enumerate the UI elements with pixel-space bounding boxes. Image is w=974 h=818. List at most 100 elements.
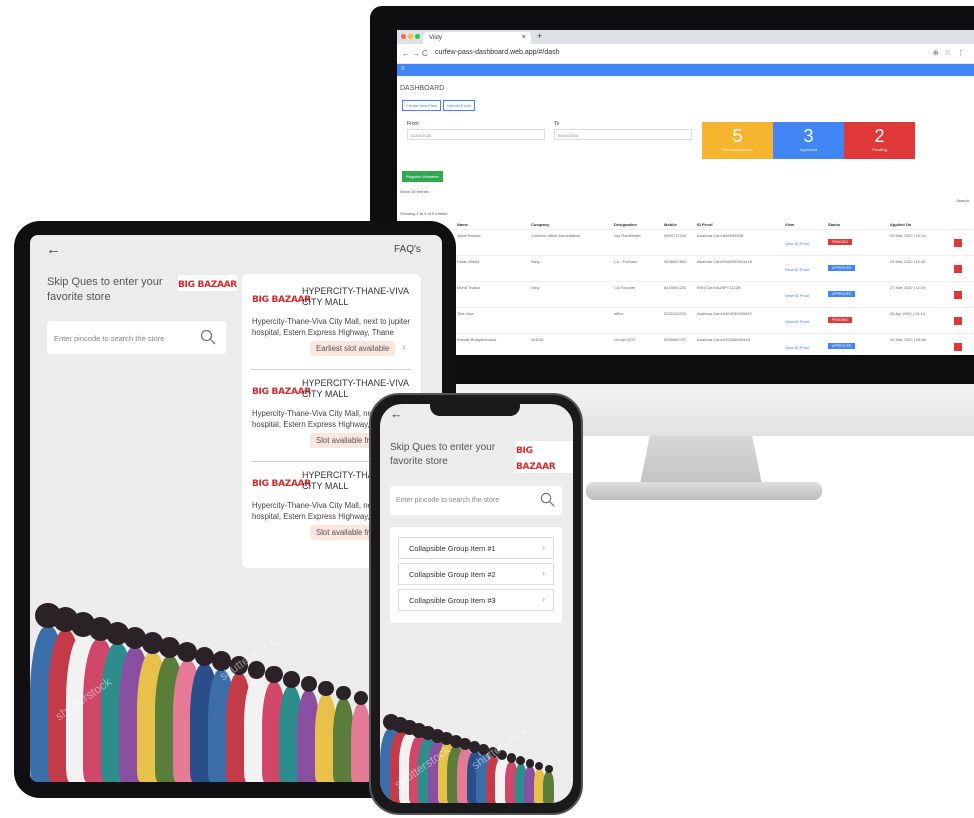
logo-text: BIG BAZAAR [178,280,237,290]
view-proof-link[interactable]: View ID Proof [785,293,809,298]
cell-mobile: 2220112233 [664,311,686,316]
store-card[interactable]: BIG BAZAAR HYPERCITY-THANE-VIVA CITY MALL… [242,280,421,372]
col-company[interactable]: Company [529,219,612,229]
crowd-person [350,702,371,782]
forward-icon[interactable]: → [412,49,420,58]
back-arrow-icon[interactable]: ← [46,241,61,258]
app-top-bar: ≡ [397,64,974,76]
crowd-person-head [525,759,535,768]
cell-mobile: 8130691230 [664,285,687,290]
status-badge[interactable]: PENDING [828,239,852,245]
chevron-right-icon: › [542,568,545,578]
search-icon[interactable] [540,492,555,507]
table-row: Rohatil Bhagdhanukot GUDIS Group CEO 909986… [397,334,974,355]
upload-excel-button[interactable]: Upload Excel [443,100,475,111]
collapsible-item-label: Collapsible Group Item #1 [409,544,496,553]
row-action-button[interactable] [954,343,962,351]
row-action-button[interactable] [954,317,962,325]
table-body: Jayat Parmar Collector office Ahmedabad Ja… [397,230,974,355]
table-row: Test User office 2220112233 Aadhaar Card:68… [397,308,974,334]
pincode-search-input[interactable]: Enter pincode to search the store [390,486,562,515]
reload-icon[interactable]: C [422,49,428,58]
from-label: From [407,121,419,127]
menu-icon[interactable]: ≡ [401,66,405,72]
store-address: Hypercity-Thane-Viva City Mall, next to … [252,317,411,337]
monitor-stand-neck [640,436,762,484]
cell-name: Mohit Thakor [457,285,481,290]
chevron-right-icon: › [402,342,406,353]
cell-applied-on: 27 Mar 2020 | 11:09 [890,285,926,290]
register-volunteer-button[interactable]: Register Volunteer [402,171,443,182]
bookmark-star-icon[interactable]: ⊕☆⋮ [933,49,970,57]
crowd-person-head [283,671,300,688]
cell-name: Rohatil Bhagdhanukot [457,337,497,342]
show-entries-select[interactable]: Show 10 entries [400,189,429,194]
view-proof-link[interactable]: View ID Proof [785,241,809,246]
cell-name: Test User [457,311,474,316]
showing-entries-text: Showing 1 to 5 of 5 entries [400,211,448,216]
new-tab-icon[interactable]: + [537,31,542,41]
phone-heading: Skip Ques to enter your favorite store [390,442,496,467]
address-bar: ← → C curfew-pass-dashboard.web.app/#/da… [397,44,974,64]
crowd-person-head [300,675,317,692]
big-bazaar-logo: BIG BAZAAR [516,441,573,473]
from-date-input[interactable]: 01/04/2020 [407,129,545,140]
stat-card-pending[interactable]: 2 Pending [844,122,915,159]
collapsible-item-3[interactable]: Collapsible Group Item #3 › [398,589,554,611]
cell-name: Ketan Mistry [457,259,480,264]
to-date-input[interactable]: 04/04/2020 [554,129,692,140]
cell-company [529,308,612,333]
row-action-button[interactable] [954,265,962,273]
cell-company: Collector office Ahmedabad [531,233,580,238]
col-id-proof[interactable]: ID Proof [695,219,783,229]
window-controls[interactable] [401,34,420,39]
search-icon[interactable] [200,329,216,345]
row-action-button[interactable] [954,239,962,247]
status-badge[interactable]: APPROVED [828,265,856,271]
browser-tab[interactable]: Visty × [423,32,531,44]
status-badge[interactable]: PENDING [828,317,852,323]
cell-mobile: 9638067800 [664,259,687,264]
collapsible-item-1[interactable]: Collapsible Group Item #1 › [398,537,554,559]
url-field[interactable]: curfew-pass-dashboard.web.app/#/dash [435,49,560,56]
view-proof-link[interactable]: View ID Proof [785,267,809,272]
col-view[interactable]: View [783,219,826,229]
to-label: To [554,121,560,127]
cell-id-proof: Aadhaar Card:839346899418 [697,337,750,342]
stat-pending-label: Pending [872,147,887,152]
browser-tab-bar: Visty × + [397,30,974,44]
back-arrow-icon[interactable]: ← [390,406,403,421]
pincode-search-input[interactable]: Enter pincode to search the store [47,321,226,354]
stat-card-total[interactable]: 5 Total Applications [702,122,773,159]
slot-badge[interactable]: Earliest slot available [310,341,396,356]
back-icon[interactable]: ← [402,49,410,58]
table-row: Mohit Thakor Visty Co-Founder 8130691230 PAN… [397,282,974,308]
status-badge[interactable]: APPROVED [828,343,856,349]
col-applied-on[interactable]: Applied On [888,219,952,229]
phone-screen: ← Skip Ques to enter your favorite store… [380,404,573,803]
crowd-person-head [336,685,351,701]
stat-approved-value: 3 [803,126,814,146]
tab-close-icon[interactable]: × [522,34,526,41]
view-proof-link[interactable]: View ID Proof [785,345,809,350]
collapsible-item-2[interactable]: Collapsible Group Item #2 › [398,563,554,585]
status-badge[interactable]: APPROVED [828,291,856,297]
crowd-person-head [516,756,526,766]
table-search-label[interactable]: Search: [956,198,970,203]
cell-id-proof: Aadhaar Card:886949936 [697,233,744,238]
crowd-person-head [176,641,198,663]
faq-link[interactable]: FAQ's [394,244,421,255]
col-name[interactable]: Name [455,219,529,229]
create-pass-button[interactable]: Create New Pass [402,100,442,111]
col-status[interactable]: Status [826,219,888,229]
cell-applied-on: 26 Mar 2020 | 09:58 [890,337,926,342]
col-designation[interactable]: Designation [612,219,662,229]
stat-card-approved[interactable]: 3 Approved [773,122,844,159]
cell-applied-on: 24 Mar 2020 | 11:49 [890,259,926,264]
row-action-button[interactable] [954,291,962,299]
stat-approved-label: Approved [799,147,818,152]
store-divider [251,369,411,370]
cell-applied-on: 28 Apr 2020 | 10:14 [890,311,925,316]
view-proof-link[interactable]: View ID Proof [785,319,809,324]
col-mobile[interactable]: Mobile [662,219,695,229]
